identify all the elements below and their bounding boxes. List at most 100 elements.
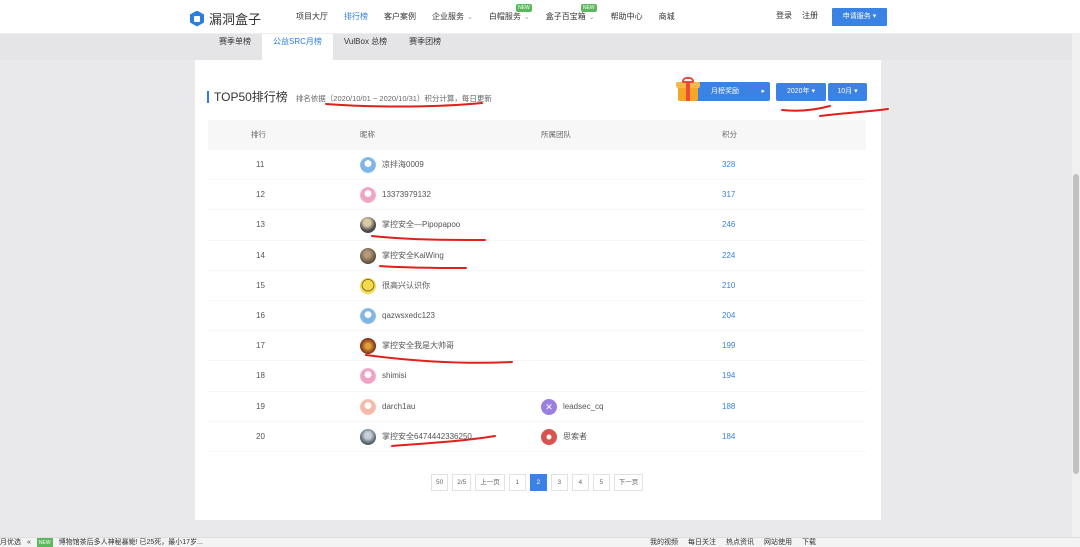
- page-button[interactable]: 4: [571, 474, 589, 491]
- nickname-cell[interactable]: 掌控安全我是大帅哥: [360, 331, 454, 361]
- score-cell: 328: [722, 160, 736, 169]
- nickname-text: darch1au: [382, 401, 416, 411]
- nav-item[interactable]: 白帽服务 ⌄ NEW: [481, 0, 538, 34]
- team-cell[interactable]: ✕ leadsec_cq: [541, 392, 603, 422]
- nav-item[interactable]: 帮助中心: [603, 0, 651, 34]
- logo-text: 漏洞盒子: [209, 12, 262, 27]
- statusbar-item[interactable]: 下载: [802, 538, 816, 547]
- nickname-cell[interactable]: 凉拌海0009: [360, 150, 424, 180]
- statusbar-item[interactable]: 我的视频: [650, 538, 678, 547]
- statusbar-item[interactable]: 月优选: [0, 538, 21, 547]
- table-row: 15 很高兴认识你 210: [208, 271, 866, 301]
- tab-ranking[interactable]: 赛季团榜: [398, 34, 452, 50]
- table-row: 14 掌控安全KaiWing 224: [208, 241, 866, 271]
- nickname-cell[interactable]: shimisi: [360, 361, 406, 391]
- statusbar-item[interactable]: 热点资讯: [726, 538, 754, 547]
- avatar: [360, 398, 376, 415]
- statusbar-item[interactable]: NEW: [36, 538, 53, 547]
- nickname-cell[interactable]: 掌控安全—Pipopapoo: [360, 210, 460, 240]
- gift-icon: [675, 75, 701, 103]
- page-button[interactable]: 上一页: [475, 474, 505, 491]
- score-cell: 210: [722, 280, 736, 290]
- scrollbar-thumb[interactable]: [1073, 174, 1079, 474]
- nickname-cell[interactable]: darch1au: [360, 392, 415, 422]
- top-navbar: 漏洞盒子 项目大厅 排行榜 客户案例 企业服务 ⌄ 白帽服务 ⌄ NEW 盒子百宝箱 ⌄ NEW 帮助…: [0, 0, 1080, 34]
- ranking-title: TOP50排行榜: [214, 90, 288, 104]
- nickname-text: 很高兴认识你: [382, 280, 430, 290]
- nickname-text: 掌控安全—Pipopapoo: [382, 220, 461, 230]
- header-rank: 排行: [251, 130, 266, 139]
- browser-statusbar: 月优选 « NEW 博物馆茶后多人神秘暴毙! 已25死，最小17岁... 我的视频 每日…: [0, 537, 1080, 547]
- nickname-cell[interactable]: 掌控安全6474442336250: [360, 422, 472, 452]
- rank-cell: 19: [256, 401, 265, 411]
- statusbar-item[interactable]: 网站使用: [764, 538, 792, 547]
- month-reward-label: 月榜奖励: [711, 88, 739, 95]
- avatar: [360, 187, 376, 204]
- team-name: 思索者: [563, 431, 587, 441]
- title-accent-bar: [207, 90, 209, 103]
- tab-ranking[interactable]: 公益SRC月榜: [262, 34, 333, 60]
- tab-ranking[interactable]: 赛季单榜: [208, 34, 262, 50]
- apply-service-button[interactable]: 申请服务 ▾: [832, 8, 887, 26]
- nav-item[interactable]: 企业服务 ⌄: [424, 0, 481, 34]
- table-row: 11 凉拌海0009 328: [208, 150, 866, 181]
- login-link[interactable]: 登录: [776, 10, 792, 21]
- statusbar-item[interactable]: 每日关注: [688, 538, 716, 547]
- nickname-text: 掌控安全KaiWing: [382, 250, 444, 260]
- rank-cell: 18: [256, 371, 265, 381]
- nickname-cell[interactable]: 13373979132: [360, 180, 431, 210]
- page-button[interactable]: 2/5: [452, 474, 472, 491]
- logo-icon: [190, 10, 204, 27]
- avatar: [360, 368, 376, 385]
- rank-cell: 11: [256, 160, 265, 169]
- avatar: [360, 157, 376, 173]
- nickname-cell[interactable]: 很高兴认识你: [360, 271, 430, 301]
- site-logo[interactable]: 漏洞盒子: [190, 9, 261, 28]
- nickname-text: 掌控安全6474442336250: [382, 431, 472, 441]
- team-avatar: ✕: [541, 398, 557, 415]
- table-row: 13 掌控安全—Pipopapoo 246: [208, 210, 866, 241]
- chevron-down-icon: ⌄: [523, 14, 530, 21]
- table-row: 16 qazwsxedc123 204: [208, 301, 866, 332]
- statusbar-item[interactable]: 博物馆茶后多人神秘暴毙! 已25死，最小17岁...: [59, 538, 203, 547]
- nav-item[interactable]: 商城: [651, 0, 683, 34]
- new-badge: NEW: [580, 4, 597, 12]
- table-row: 18 shimisi 194: [208, 361, 866, 392]
- statusbar-item[interactable]: «: [27, 538, 31, 547]
- page-button[interactable]: 2: [529, 474, 547, 491]
- table-row: 17 掌控安全我是大帅哥 199: [208, 331, 866, 362]
- nav-item-label: 商城: [658, 12, 675, 21]
- table-header: 排行 昵称 所属团队 积分: [208, 120, 866, 150]
- ranking-card: TOP50排行榜 排名依据（2020/10/01 ~ 2020/10/31）积分…: [195, 60, 881, 520]
- nickname-cell[interactable]: 掌控安全KaiWing: [360, 241, 444, 271]
- page-button[interactable]: 下一页: [613, 474, 644, 491]
- nickname-text: 掌控安全我是大帅哥: [382, 341, 454, 351]
- tab-ranking[interactable]: VulBox 总榜: [333, 34, 398, 50]
- statusbar-right: 我的视频 每日关注 热点资讯 网站使用 下载: [650, 538, 816, 547]
- tab-band: [0, 34, 1080, 60]
- page-button[interactable]: 5: [592, 474, 610, 491]
- page-button[interactable]: 3: [550, 474, 568, 491]
- nav-item[interactable]: 排行榜: [336, 0, 376, 34]
- ranking-header: TOP50排行榜 排名依据（2020/10/01 ~ 2020/10/31）积分…: [207, 88, 492, 105]
- auth-links: 登录 注册: [776, 10, 818, 21]
- page-button[interactable]: 1: [508, 474, 526, 491]
- avatar: [360, 217, 376, 234]
- register-link[interactable]: 注册: [802, 10, 818, 21]
- nav-item-label: 项目大厅: [296, 12, 328, 21]
- nav-item-label: 盒子百宝箱: [545, 12, 586, 21]
- nickname-text: 13373979132: [382, 190, 431, 200]
- nav-item[interactable]: 客户案例: [376, 0, 424, 34]
- month-select[interactable]: 10月 ▾: [828, 83, 867, 101]
- page-scrollbar[interactable]: [1072, 34, 1080, 537]
- nickname-cell[interactable]: qazwsxedc123: [360, 301, 435, 331]
- nav-item[interactable]: 盒子百宝箱 ⌄ NEW: [538, 0, 603, 34]
- score-cell: 194: [722, 371, 736, 381]
- team-cell[interactable]: 思索者: [541, 422, 587, 452]
- year-select[interactable]: 2020年 ▾: [776, 83, 826, 101]
- score-cell: 199: [722, 341, 736, 351]
- avatar: [360, 277, 376, 294]
- new-badge: NEW: [516, 4, 532, 12]
- nav-item[interactable]: 项目大厅: [288, 0, 336, 34]
- page-button[interactable]: 50: [431, 474, 449, 491]
